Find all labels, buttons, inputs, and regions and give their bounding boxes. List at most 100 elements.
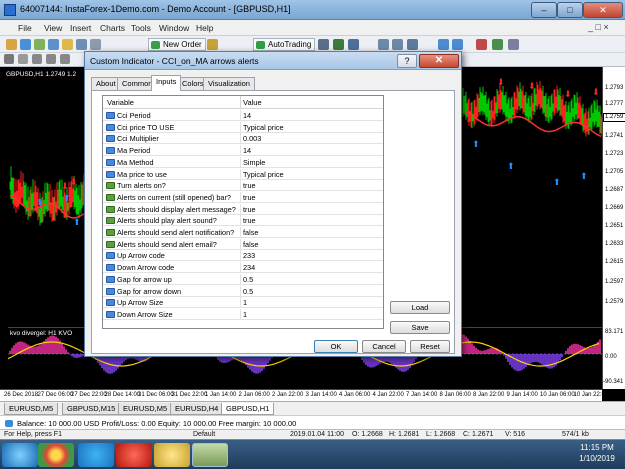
terminal-icon[interactable] <box>76 39 87 50</box>
dialog-close-button[interactable]: ✕ <box>419 54 459 68</box>
input-row[interactable]: Ma Period 14 <box>103 145 383 157</box>
load-button[interactable]: Load <box>390 301 450 314</box>
input-row[interactable]: Cci Multiplier 0.003 <box>103 133 383 145</box>
chart-tab[interactable]: EURUSD,M5 <box>4 403 59 415</box>
reset-button[interactable]: Reset <box>410 340 450 353</box>
input-value[interactable]: true <box>243 205 256 214</box>
input-value[interactable]: Typical price <box>243 123 284 132</box>
menu-file[interactable]: File <box>18 23 32 33</box>
zoom-out-icon[interactable] <box>392 39 403 50</box>
autotrading-button[interactable]: AutoTrading <box>253 38 316 51</box>
input-value[interactable]: true <box>243 181 256 190</box>
input-value[interactable]: 1 <box>243 310 247 319</box>
candlestick-icon[interactable] <box>333 39 344 50</box>
input-value[interactable]: Simple <box>243 158 265 167</box>
explorer-icon[interactable] <box>154 443 190 467</box>
tab-inputs[interactable]: Inputs <box>151 75 182 91</box>
profiles-icon[interactable] <box>20 39 31 50</box>
input-value[interactable]: true <box>243 193 256 202</box>
price-tick: 1.2633 <box>605 241 624 247</box>
chart-tab-active[interactable]: GBPUSD,H1 <box>221 403 275 415</box>
input-row[interactable]: Gap for arrow up 0.5 <box>103 273 383 285</box>
tester-icon[interactable] <box>90 39 101 50</box>
chart-tab[interactable]: EURUSD,M5 <box>118 403 173 415</box>
minimize-button[interactable]: – <box>531 2 557 18</box>
input-row[interactable]: Alerts should send alert notification? fa… <box>103 227 383 238</box>
vertical-line-icon[interactable] <box>32 54 42 64</box>
input-row[interactable]: Cci Period 14 <box>103 110 383 121</box>
input-value[interactable]: 0.5 <box>243 275 253 284</box>
save-button[interactable]: Save <box>390 321 450 334</box>
input-row[interactable]: Gap for arrow down 0.5 <box>103 285 383 297</box>
indicators-icon[interactable] <box>476 39 487 50</box>
new-order-button[interactable]: New Order <box>148 38 206 51</box>
bar-chart-icon[interactable] <box>318 39 329 50</box>
input-row[interactable]: Down Arrow Size 1 <box>103 308 383 320</box>
input-row[interactable]: Alerts should play alert sound? true <box>103 215 383 227</box>
templates-icon[interactable] <box>508 39 519 50</box>
chart-tab[interactable]: EURUSD,H4 <box>170 403 224 415</box>
input-value[interactable]: 1 <box>243 298 247 307</box>
input-value[interactable]: 233 <box>243 251 255 260</box>
window-title: 64007144: InstaForex-1Demo.com - Demo Ac… <box>20 4 291 14</box>
cell-separator <box>240 227 241 238</box>
input-value[interactable]: 14 <box>243 146 251 155</box>
cancel-button[interactable]: Cancel <box>362 340 406 353</box>
chart-tab[interactable]: GBPUSD,M15 <box>62 403 121 415</box>
status-high: H: 1.2681 <box>389 431 420 438</box>
tray-clock[interactable]: 11:15 PM 1/10/2019 <box>572 442 622 464</box>
input-row[interactable]: Turn alerts on? true <box>103 180 383 192</box>
input-row[interactable]: Alerts should display alert message? true <box>103 203 383 215</box>
input-value[interactable]: false <box>243 240 258 249</box>
input-row[interactable]: Ma Method Simple <box>103 156 383 168</box>
zoom-in-icon[interactable] <box>378 39 389 50</box>
terminal-balance-row: Balance: 10 000.00 USD Profit/Loss: 0.00… <box>0 415 625 429</box>
ok-button[interactable]: OK <box>314 340 358 353</box>
sell-arrow-icon: ⬇ <box>70 178 78 188</box>
input-row[interactable]: Down Arrow code 234 <box>103 262 383 274</box>
input-value[interactable]: 14 <box>243 111 251 120</box>
menu-help[interactable]: Help <box>196 23 213 33</box>
data-window-icon[interactable] <box>48 39 59 50</box>
input-value[interactable]: 0.5 <box>243 287 253 296</box>
input-row[interactable]: Up Arrow Size 1 <box>103 297 383 309</box>
chrome-icon[interactable] <box>38 443 74 467</box>
auto-scroll-icon[interactable] <box>438 39 449 50</box>
trendline-icon[interactable] <box>60 54 70 64</box>
menu-charts[interactable]: Charts <box>100 23 125 33</box>
market-watch-icon[interactable] <box>34 39 45 50</box>
metatrader-task-icon[interactable] <box>192 443 228 467</box>
input-value[interactable]: true <box>243 216 256 225</box>
input-row[interactable]: Up Arrow code 233 <box>103 250 383 262</box>
horizontal-line-icon[interactable] <box>46 54 56 64</box>
chart-shift-icon[interactable] <box>452 39 463 50</box>
input-row[interactable]: Alerts on current (still opened) bar? tru… <box>103 191 383 203</box>
navigator-icon[interactable] <box>62 39 73 50</box>
input-row[interactable]: Ma price to use Typical price <box>103 168 383 180</box>
dialog-help-button[interactable]: ? <box>397 54 417 68</box>
cursor-icon[interactable] <box>4 54 14 64</box>
input-value[interactable]: Typical price <box>243 170 284 179</box>
maximize-button[interactable]: □ <box>557 2 583 18</box>
menu-insert[interactable]: Insert <box>70 23 91 33</box>
mdi-controls[interactable]: _ □ × <box>588 22 609 32</box>
skype-icon[interactable] <box>78 443 114 467</box>
menu-view[interactable]: View <box>44 23 62 33</box>
new-chart-icon[interactable] <box>6 39 17 50</box>
app-red-icon[interactable] <box>116 443 152 467</box>
metaeditor-icon[interactable] <box>207 39 218 50</box>
input-row[interactable]: Alerts should send alert email? false <box>103 238 383 250</box>
close-button[interactable]: ✕ <box>583 2 623 18</box>
input-value[interactable]: 234 <box>243 263 255 272</box>
input-value[interactable]: false <box>243 228 258 237</box>
tile-windows-icon[interactable] <box>407 39 418 50</box>
menu-tools[interactable]: Tools <box>131 23 151 33</box>
menu-window[interactable]: Window <box>159 23 189 33</box>
line-chart-icon[interactable] <box>348 39 359 50</box>
periods-icon[interactable] <box>492 39 503 50</box>
crosshair-icon[interactable] <box>18 54 28 64</box>
start-orb-icon[interactable] <box>2 443 38 467</box>
input-row[interactable]: Cci price TO USE Typical price <box>103 121 383 133</box>
tab-visualization[interactable]: Visualization <box>203 77 255 90</box>
input-value[interactable]: 0.003 <box>243 134 261 143</box>
